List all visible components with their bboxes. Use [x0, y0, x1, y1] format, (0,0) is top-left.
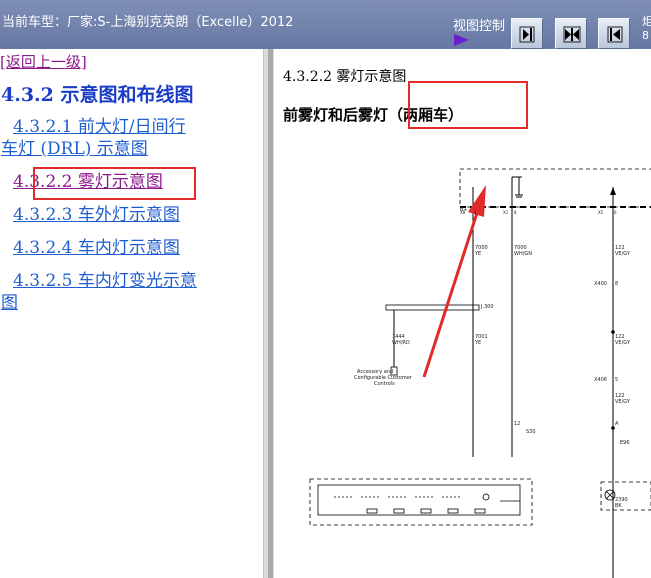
back-link[interactable]: [返回上一级]: [0, 51, 87, 72]
current-car-model: 当前车型：厂家:S-上海别克英朗（Excelle）2012: [2, 15, 294, 30]
label-splice: J.300: [481, 304, 494, 310]
label-pin-mid: 8: [514, 210, 517, 215]
label-wire-r4-color: BK: [615, 503, 622, 509]
nav-item-headlamp-drl-cont[interactable]: 车灯 (DRL) 示意图: [1, 137, 148, 161]
label-wire2-color: WH/GN: [514, 251, 533, 257]
label-lamp-ref: E96: [620, 440, 630, 446]
highlight-box-subheading: [408, 81, 528, 129]
splice-pack: [385, 304, 480, 311]
nav-item-interior-lamps[interactable]: 4.3.2.4 车内灯示意图: [13, 236, 180, 260]
highlight-box-nav: [33, 167, 196, 200]
page-heading: 4.3.2.2 雾灯示意图: [283, 69, 407, 85]
switch-panel-outline: [309, 478, 533, 526]
nav-item-interior-dimming[interactable]: 4.3.2.5 车内灯变光示意: [13, 269, 197, 293]
label-wire-r3-color: VE/GY: [615, 399, 630, 405]
pane-splitter[interactable]: [263, 49, 274, 578]
nav-item-label-line2: 图: [1, 293, 18, 313]
label-wire1-color: YE: [475, 251, 482, 257]
switch-arrow: [610, 187, 616, 195]
label-conn-left: X8: [460, 210, 466, 215]
view-control-label: 视图控制: [453, 19, 506, 34]
nav-item-interior-dimming-cont[interactable]: 图: [1, 291, 18, 315]
nav-item-headlamp-drl[interactable]: 4.3.2.1 前大灯/日间行: [13, 115, 186, 139]
annotation-arrow-shaft: [422, 212, 479, 378]
next-page-button[interactable]: [511, 18, 543, 49]
label-wire4-color: YE: [475, 340, 482, 346]
switch-contacts: [334, 493, 520, 514]
label-inline-2: X406: [594, 377, 607, 383]
double-arrow-icon: [563, 26, 581, 43]
label-conn-mid: X1: [503, 210, 509, 215]
label-conn-right: X5: [598, 210, 604, 215]
label-inline-1: X400: [594, 281, 607, 287]
arrow-left-bar-icon: [607, 26, 623, 43]
annotation-arrow-head: [468, 185, 486, 217]
nav-item-label-line1: 4.3.2.5 车内灯变光示意: [13, 271, 197, 291]
label-pin-right: 6: [614, 210, 617, 215]
section-title: 4.3.2 示意图和布线图: [1, 84, 194, 106]
nav-item-exterior-lamps[interactable]: 4.3.2.3 车外灯示意图: [13, 203, 180, 227]
clipped-toolbar-text: 炬 8: [642, 15, 651, 42]
switch-panel-inner: [317, 484, 521, 516]
split-view-button[interactable]: [555, 18, 587, 49]
prev-page-button[interactable]: [598, 18, 630, 49]
label-pin-left: 4: [474, 210, 477, 215]
content-pane: 4.3.2.2 雾灯示意图 前雾灯和后雾灯（两厢车） B+ X8 4 X1 8 …: [274, 49, 651, 578]
title-bar: 当前车型：厂家:S-上海别克英朗（Excelle）2012 视图控制 炬 8: [0, 0, 651, 49]
label-lamp-pin: A: [615, 421, 619, 427]
arrow-right-bar-icon: [519, 26, 535, 43]
left-nav-panel: [返回上一级] 4.3.2 示意图和布线图 4.3.2.1 前大灯/日间行 车灯…: [0, 49, 263, 578]
label-module-line3: Controls: [374, 381, 395, 387]
label-switch-ref: S30: [526, 429, 536, 435]
scrollbar-track[interactable]: [268, 49, 273, 578]
label-inline-2-pin: 5: [615, 377, 619, 383]
label-wire-r2-color: VE/GY: [615, 340, 630, 346]
fuse-block-outline: [459, 168, 651, 208]
play-icon[interactable]: [454, 34, 469, 46]
nav-item-label-line1: 4.3.2.1 前大灯/日间行: [13, 117, 186, 137]
label-wire3-color: WH/RD: [392, 340, 410, 346]
label-inline-1-pin: 8: [615, 281, 619, 287]
label-pin-bottom: 12: [514, 421, 521, 427]
nav-item-label-line2: 车灯 (DRL) 示意图: [1, 139, 148, 159]
label-wire-r1-color: VE/GY: [615, 251, 630, 257]
wiring-diagram: [309, 168, 651, 578]
